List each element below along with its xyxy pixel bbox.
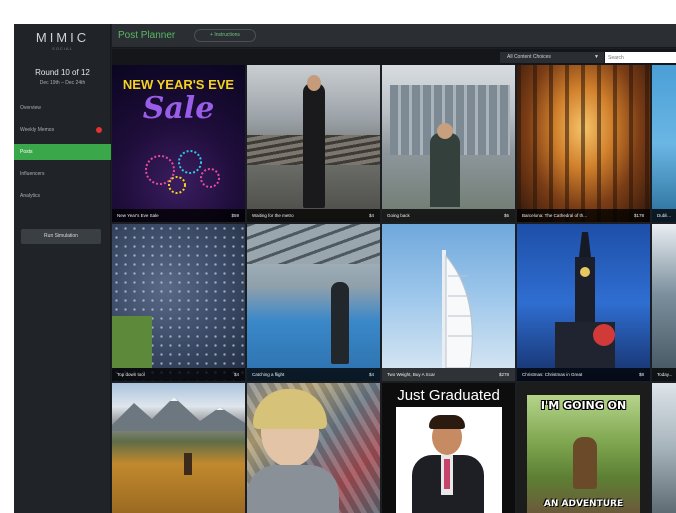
run-simulation-button[interactable]: Run Simulation	[21, 229, 101, 244]
post-tile[interactable]: NEW YEAR'S EVE Sale New Year's Eve Sale …	[112, 65, 245, 222]
post-title: Barcelona: The Cathedral of th...	[522, 213, 587, 218]
sidebar-item-overview[interactable]: Overview	[14, 100, 111, 116]
tie	[444, 459, 450, 489]
post-title: Two Weight, Buy A Scar	[387, 372, 435, 377]
post-image	[652, 65, 676, 222]
terminal-ceiling	[247, 224, 380, 264]
sidebar-item-influencers[interactable]: Influencers	[14, 166, 111, 182]
post-tile[interactable]: Today...	[652, 224, 676, 381]
person-figure	[184, 453, 192, 475]
content-filter-value: All Content Choices	[507, 54, 551, 60]
person-figure	[573, 437, 597, 489]
post-cost: $8	[638, 372, 644, 377]
sidebar-item-analytics[interactable]: Analytics	[14, 188, 111, 204]
cathedral-columns	[517, 65, 650, 222]
person-figure	[303, 83, 325, 208]
post-title: Waiting for the metro	[252, 213, 294, 218]
post-title: Top down tool	[117, 372, 145, 377]
person-head	[307, 75, 321, 91]
post-tile[interactable]: Dubli...	[652, 65, 676, 222]
sidebar-item-label: Influencers	[20, 171, 45, 177]
search-input[interactable]	[605, 52, 676, 63]
post-tile[interactable]: Catching a flight $4	[247, 224, 380, 381]
post-cost: $6	[503, 213, 509, 218]
post-tile[interactable]	[247, 383, 380, 513]
post-image	[652, 224, 676, 381]
post-caption: Barcelona: The Cathedral of th... $178	[517, 209, 650, 222]
post-caption: New Year's Eve Sale $59	[112, 209, 245, 222]
post-caption: Waiting for the metro $4	[247, 209, 380, 222]
sidebar-item-label: Posts	[20, 149, 33, 155]
instructions-button[interactable]: + Instructions	[194, 29, 256, 42]
post-caption: Top down tool $4	[112, 368, 245, 381]
christmas-decoration	[593, 324, 615, 346]
sidebar-item-weekly-memos[interactable]: Weekly Memos	[14, 122, 111, 138]
post-cost: $4	[368, 372, 374, 377]
post-tile[interactable]: Waiting for the metro $4	[247, 65, 380, 222]
mountain-range-illustration	[112, 397, 245, 431]
person-head	[437, 123, 453, 139]
chevron-down-icon: ▼	[594, 54, 599, 60]
post-cost: $4	[368, 213, 374, 218]
content-filter-select[interactable]: All Content Choices ▼	[500, 52, 604, 63]
sidebar-item-label: Overview	[20, 105, 41, 111]
post-cost: $178	[633, 213, 644, 218]
app-window: MIMIC SOCIAL Round 10 of 12 Dec 19th – D…	[14, 24, 676, 513]
hoodie	[247, 465, 339, 513]
post-tile[interactable]	[652, 383, 676, 513]
round-indicator: Round 10 of 12	[35, 68, 90, 77]
post-caption: Dubli...	[652, 209, 676, 222]
post-tile[interactable]: I'M GOING ON AN ADVENTURE	[517, 383, 650, 513]
post-cost: $4	[233, 372, 239, 377]
filter-bar: All Content Choices ▼	[112, 49, 676, 65]
header-bar: Post Planner + Instructions	[112, 24, 676, 48]
post-grid: NEW YEAR'S EVE Sale New Year's Eve Sale …	[112, 65, 676, 513]
post-tile[interactable]: Two Weight, Buy A Scar $278	[382, 224, 515, 381]
post-title: Christmas: Christmas in Great	[522, 372, 583, 377]
person-figure	[331, 282, 349, 364]
post-caption: Catching a flight $4	[247, 368, 380, 381]
burj-al-arab-illustration	[442, 250, 473, 368]
page-title: Post Planner	[118, 30, 176, 41]
grass-patch	[112, 316, 152, 368]
post-caption: Two Weight, Buy A Scar $278	[382, 368, 515, 381]
meme-top-text: I'M GOING ON	[540, 399, 627, 412]
post-tile[interactable]	[112, 383, 245, 513]
sidebar-item-label: Analytics	[20, 193, 41, 199]
post-title: Going back	[387, 213, 410, 218]
post-title: Today...	[657, 372, 673, 377]
post-caption: Christmas: Christmas in Great $8	[517, 368, 650, 381]
post-image	[652, 383, 676, 513]
post-cost: $278	[498, 372, 509, 377]
post-overlay-heading: NEW YEAR'S EVE	[122, 77, 235, 92]
clock-tower-illustration	[555, 232, 615, 368]
post-tile[interactable]: Just Graduated	[382, 383, 515, 513]
post-overlay-heading: Just Graduated	[397, 387, 500, 404]
sidebar-item-label: Weekly Memos	[20, 127, 55, 133]
sidebar-item-posts[interactable]: Posts	[14, 144, 111, 160]
post-cost: $59	[231, 213, 239, 218]
post-tile[interactable]: Christmas: Christmas in Great $8	[517, 224, 650, 381]
post-title: New Year's Eve Sale	[117, 213, 159, 218]
post-caption: Going back $6	[382, 209, 515, 222]
person-figure	[430, 133, 460, 207]
notification-dot	[96, 127, 102, 133]
meme-bottom-text: AN ADVENTURE	[543, 499, 624, 509]
post-tile[interactable]: Going back $6	[382, 65, 515, 222]
post-title: Catching a flight	[252, 372, 285, 377]
post-tile[interactable]: Barcelona: The Cathedral of th... $178	[517, 65, 650, 222]
app-logo: MIMIC	[35, 30, 90, 45]
post-overlay-subheading: Sale	[142, 91, 215, 126]
app-logo-subtitle: SOCIAL	[52, 46, 73, 51]
post-tile[interactable]: Top down tool $4	[112, 224, 245, 381]
post-caption: Today...	[652, 368, 676, 381]
sidebar: MIMIC SOCIAL Round 10 of 12 Dec 19th – D…	[14, 24, 111, 513]
person-hair	[429, 415, 465, 429]
fireworks-illustration	[145, 150, 220, 194]
post-title: Dubli...	[657, 213, 672, 218]
round-dates: Dec 19th – Dec 24th	[39, 80, 86, 86]
